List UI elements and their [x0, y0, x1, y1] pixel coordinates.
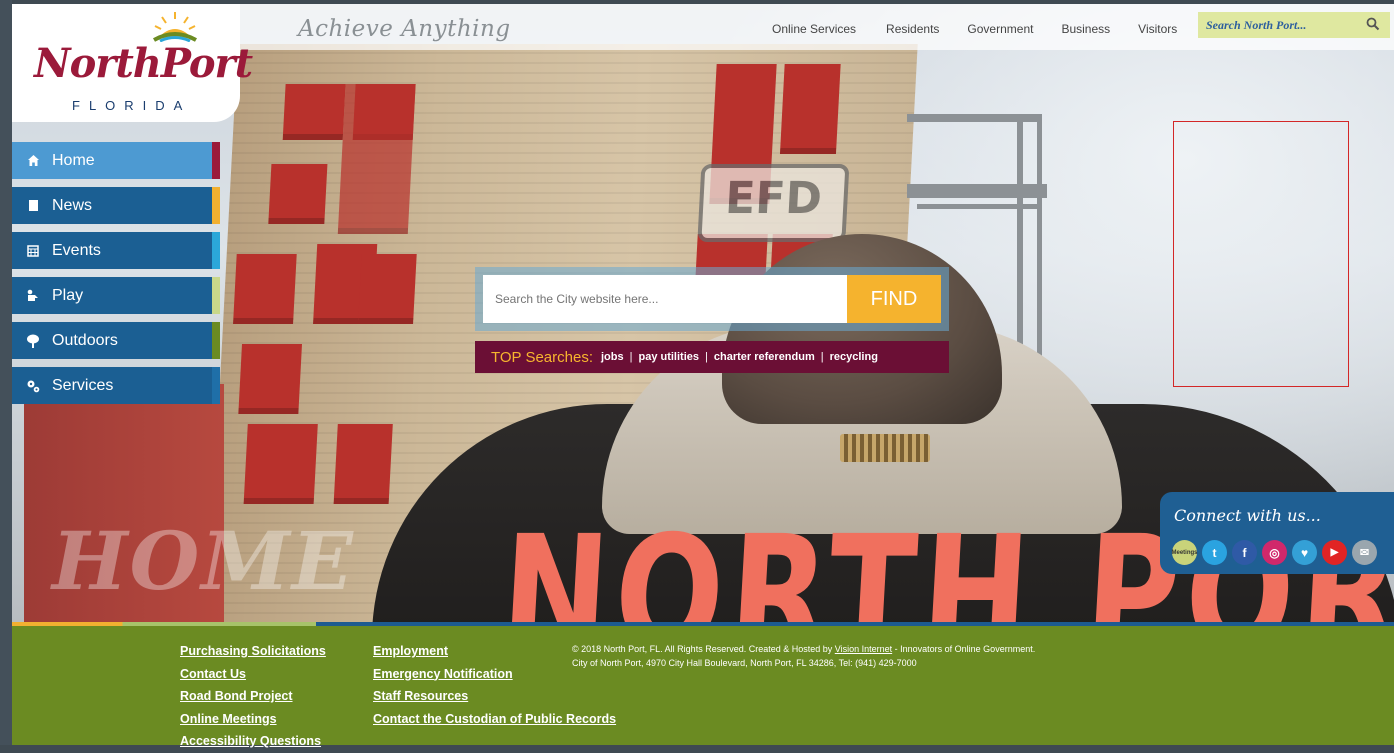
social-icons: Meetings t f ◎ ♥ ▶ ✉	[1172, 540, 1377, 565]
footer-link-accessibility[interactable]: Accessibility Questions	[180, 730, 326, 753]
top-search-jobs[interactable]: jobs	[601, 351, 624, 363]
copyright-text: © 2018 North Port, FL. All Rights Reserv…	[572, 644, 835, 654]
sidebar-item-label: Play	[52, 286, 84, 304]
footer-link-custodian[interactable]: Contact the Custodian of Public Records	[373, 708, 616, 731]
jacket-badge	[840, 434, 930, 462]
footer-link-staff[interactable]: Staff Resources	[373, 685, 616, 708]
connect-panel: Connect with us... Meetings t f ◎ ♥ ▶ ✉	[1160, 492, 1394, 574]
logo[interactable]: NorthPort FLORIDA	[12, 4, 253, 122]
gears-icon	[26, 379, 40, 393]
nav-government[interactable]: Government	[967, 22, 1033, 36]
top-search-recycling[interactable]: recycling	[830, 351, 878, 363]
search-icon[interactable]	[1366, 17, 1380, 31]
page-watermark: HOME	[52, 514, 355, 608]
play-icon	[26, 289, 40, 303]
page: EFD NORTH PORT HOME Achieve Anything Onl…	[0, 0, 1394, 748]
email-icon[interactable]: ✉	[1352, 540, 1377, 565]
sidebar-item-services[interactable]: Services	[12, 367, 220, 404]
copyright-tail: - Innovators of Online Government.	[892, 644, 1036, 654]
city-search-panel: FIND	[475, 267, 949, 331]
nav-visitors[interactable]: Visitors	[1138, 22, 1177, 36]
separator: |	[705, 351, 708, 363]
efd-sign: EFD	[697, 164, 850, 242]
nextdoor-icon[interactable]: ♥	[1292, 540, 1317, 565]
copyright: © 2018 North Port, FL. All Rights Reserv…	[572, 642, 1035, 670]
site-search-input[interactable]	[1198, 12, 1374, 38]
left-edge-strip	[0, 0, 12, 745]
sidebar-accent	[212, 367, 220, 404]
find-button[interactable]: FIND	[847, 275, 941, 323]
calendar-icon	[26, 244, 40, 258]
sidebar-accent	[212, 232, 220, 269]
nav-business[interactable]: Business	[1061, 22, 1110, 36]
logo-subtitle: FLORIDA	[72, 98, 192, 113]
home-icon	[26, 154, 40, 168]
separator: |	[629, 351, 633, 363]
sidebar: Home News Events Play Outdoors Services	[12, 142, 220, 412]
sidebar-item-label: News	[52, 196, 93, 214]
sidebar-item-label: Outdoors	[52, 331, 118, 349]
connect-title: Connect with us...	[1174, 506, 1321, 525]
top-search-pay-utilities[interactable]: pay utilities	[638, 351, 699, 363]
facebook-icon[interactable]: f	[1232, 540, 1257, 565]
sidebar-accent	[212, 142, 220, 179]
vision-internet-link[interactable]: Vision Internet	[835, 644, 892, 654]
sidebar-item-label: Home	[52, 151, 95, 169]
logo-wordmark: NorthPort	[34, 40, 253, 87]
sidebar-accent	[212, 277, 220, 314]
sidebar-item-events[interactable]: Events	[12, 232, 220, 269]
youtube-icon[interactable]: ▶	[1322, 540, 1347, 565]
empty-widget-frame	[1173, 121, 1349, 387]
nav-residents[interactable]: Residents	[886, 22, 939, 36]
top-search-charter-referendum[interactable]: charter referendum	[714, 351, 815, 363]
footer-link-purchasing[interactable]: Purchasing Solicitations	[180, 640, 326, 663]
sidebar-item-play[interactable]: Play	[12, 277, 220, 314]
document-icon	[26, 199, 40, 213]
footer-link-online-meetings[interactable]: Online Meetings	[180, 708, 326, 731]
tagline: Achieve Anything	[298, 16, 511, 42]
sidebar-item-outdoors[interactable]: Outdoors	[12, 322, 220, 359]
tree-icon	[26, 334, 40, 348]
footer-links-col1: Purchasing Solicitations Contact Us Road…	[180, 640, 326, 753]
footer-link-contact[interactable]: Contact Us	[180, 663, 326, 686]
sidebar-item-home[interactable]: Home	[12, 142, 220, 179]
nav-online-services[interactable]: Online Services	[772, 22, 856, 36]
sun-icon	[153, 12, 197, 42]
main-nav: Online Services Residents Government Bus…	[772, 22, 1205, 36]
top-searches-bar: TOP Searches: jobs | pay utilities | cha…	[475, 341, 949, 373]
separator: |	[820, 351, 824, 363]
meetings-icon[interactable]: Meetings	[1172, 540, 1198, 565]
footer-color-bar	[12, 622, 1394, 626]
top-searches-heading: TOP Searches:	[491, 348, 593, 366]
sidebar-accent	[212, 322, 220, 359]
address: City of North Port, 4970 City Hall Boule…	[572, 658, 917, 668]
sidebar-item-news[interactable]: News	[12, 187, 220, 224]
city-search-input[interactable]	[483, 275, 847, 323]
sidebar-item-label: Events	[52, 241, 101, 259]
instagram-icon[interactable]: ◎	[1262, 540, 1287, 565]
twitter-icon[interactable]: t	[1202, 540, 1227, 565]
site-search-box	[1198, 12, 1390, 38]
footer: Purchasing Solicitations Contact Us Road…	[12, 622, 1394, 748]
footer-link-road-bond[interactable]: Road Bond Project	[180, 685, 326, 708]
sidebar-item-label: Services	[52, 376, 114, 394]
sidebar-accent	[212, 187, 220, 224]
